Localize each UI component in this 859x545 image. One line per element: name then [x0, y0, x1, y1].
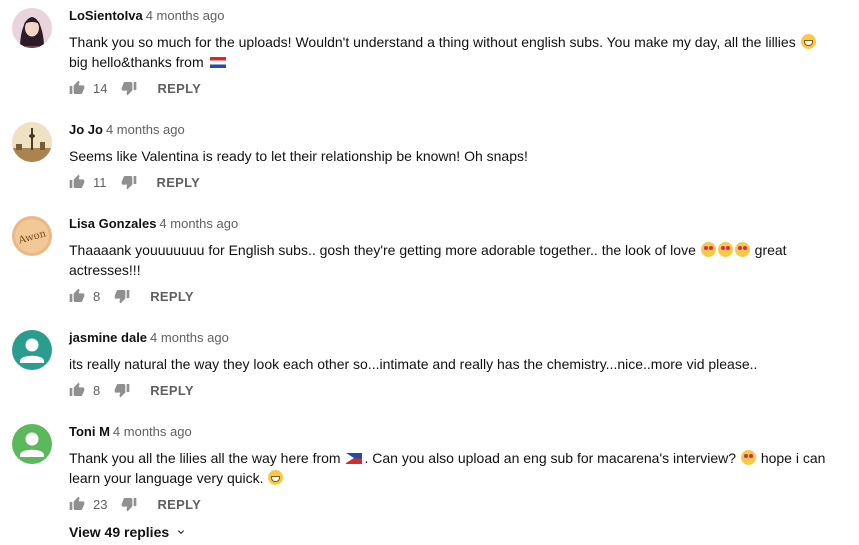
chevron-down-icon [178, 530, 185, 534]
thumbs-up-icon [69, 382, 85, 396]
comment-text: Seems like Valentina is ready to let the… [69, 146, 839, 166]
reply-button[interactable]: REPLY [150, 289, 194, 304]
comment-actions: 11 REPLY [69, 172, 200, 192]
heart-eyes-emoji-icon [717, 242, 733, 257]
thumbs-down-icon [122, 82, 137, 96]
avatar-losientoiva-image [12, 8, 52, 48]
like-button[interactable] [69, 174, 85, 190]
dislike-button[interactable] [114, 288, 130, 304]
like-button[interactable] [69, 382, 85, 398]
avatar[interactable] [12, 122, 52, 162]
comment-timestamp[interactable]: 4 months ago [146, 8, 225, 23]
heart-eyes-emoji-icon [700, 242, 716, 257]
comment-text: Thank you so much for the uploads! Would… [69, 32, 839, 72]
default-avatar-icon [12, 424, 52, 464]
comment-author[interactable]: jasmine dale [69, 330, 147, 345]
reply-button[interactable]: REPLY [150, 383, 194, 398]
avatar[interactable] [12, 424, 52, 464]
comment-text-line: big hello&thanks from [69, 54, 204, 70]
comment-header: jasmine dale 4 months ago [69, 330, 839, 346]
comment-text-line: its really natural the way they look eac… [69, 356, 758, 372]
grinning-sweat-emoji-icon [268, 470, 284, 485]
comment-actions: 8 REPLY [69, 380, 194, 400]
comment-timestamp[interactable]: 4 months ago [106, 122, 185, 137]
avatar[interactable] [12, 8, 52, 48]
comment-timestamp[interactable]: 4 months ago [150, 330, 229, 345]
comment-text: its really natural the way they look eac… [69, 354, 839, 374]
comment-text: Thaaaank youuuuuuu for English subs.. go… [69, 240, 839, 280]
like-count: 8 [93, 288, 101, 304]
reply-button[interactable]: REPLY [157, 81, 201, 96]
thumbs-up-icon [69, 174, 85, 188]
comment-header: Jo Jo 4 months ago [69, 122, 839, 138]
like-count: 8 [93, 382, 101, 398]
comment-timestamp[interactable]: 4 months ago [159, 216, 238, 231]
comment-text-line: Thank you so much for the uploads! Would… [69, 34, 796, 50]
thumbs-up-icon [69, 80, 85, 94]
comment-text-line: . Can you also upload an eng sub for mac… [364, 450, 737, 466]
comment-text-line: Thaaaank youuuuuuu for English subs.. go… [69, 242, 696, 258]
like-button[interactable] [69, 288, 85, 304]
comment-author[interactable]: Toni M [69, 424, 110, 439]
kissing-face-emoji-icon [740, 450, 756, 465]
like-button[interactable] [69, 80, 85, 96]
dislike-button[interactable] [121, 80, 137, 96]
comment-author[interactable]: Jo Jo [69, 122, 103, 137]
like-button[interactable] [69, 496, 85, 512]
dislike-button[interactable] [121, 496, 137, 512]
dislike-button[interactable] [121, 174, 137, 190]
comment-actions: 8 REPLY [69, 286, 194, 306]
thumbs-down-icon [121, 176, 136, 190]
like-count: 11 [93, 174, 107, 190]
thumbs-down-icon [122, 498, 137, 512]
grinning-face-emoji-icon [800, 34, 816, 49]
comment-actions: 23 REPLY [69, 494, 201, 514]
like-count: 23 [93, 496, 108, 512]
comment-text-line: Seems like Valentina is ready to let the… [69, 148, 528, 164]
croatia-flag-icon [209, 57, 226, 68]
thumbs-down-icon [114, 290, 130, 304]
view-replies-button[interactable]: View 49 replies [69, 524, 187, 540]
comment-author[interactable]: Lisa Gonzales [69, 216, 156, 231]
comment-timestamp[interactable]: 4 months ago [113, 424, 192, 439]
comment-header: Toni M4 months ago [69, 424, 839, 440]
avatar[interactable] [12, 330, 52, 370]
avatar-lisa-image: Awon [12, 216, 52, 256]
avatar-jojo-image [12, 122, 52, 162]
comment-text-line: Thank you all the lilies all the way her… [69, 450, 341, 466]
view-replies-label: View 49 replies [69, 524, 170, 540]
thumbs-up-icon [69, 288, 85, 302]
comment-text: Thank you all the lilies all the way her… [69, 448, 839, 488]
heart-eyes-emoji-icon [734, 242, 750, 257]
default-avatar-icon [12, 330, 52, 370]
like-count: 14 [93, 80, 108, 96]
comment-header: LoSientoIva 4 months ago [69, 8, 839, 24]
dislike-button[interactable] [114, 382, 130, 398]
comment-header: Lisa Gonzales 4 months ago [69, 216, 839, 232]
avatar[interactable]: Awon [12, 216, 52, 256]
comment-author[interactable]: LoSientoIva [69, 8, 143, 23]
comment-actions: 14 REPLY [69, 78, 201, 98]
philippines-flag-icon [346, 453, 363, 464]
reply-button[interactable]: REPLY [157, 497, 201, 512]
thumbs-down-icon [114, 384, 130, 398]
reply-button[interactable]: REPLY [157, 175, 201, 190]
thumbs-up-icon [69, 496, 85, 510]
